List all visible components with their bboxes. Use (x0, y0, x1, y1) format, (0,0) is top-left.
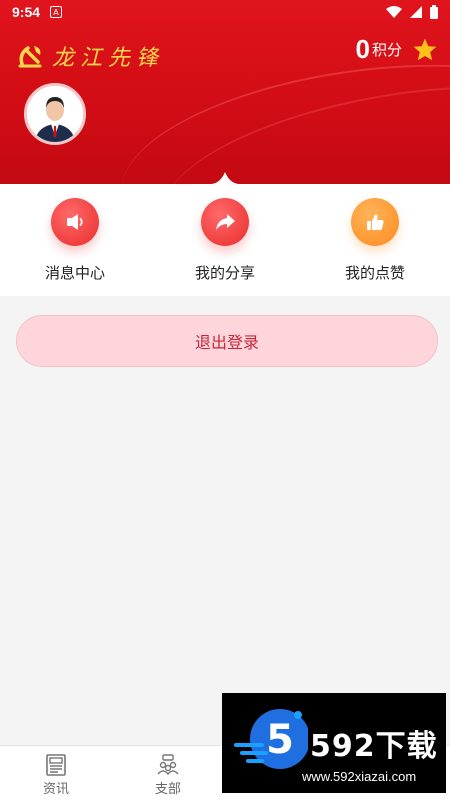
app-logo: 龙江先锋 (16, 40, 164, 72)
speaker-icon (67, 214, 83, 230)
action-icon-circle (351, 198, 399, 246)
party-emblem-icon (18, 46, 42, 68)
logout-button[interactable]: 退出登录 (16, 315, 438, 367)
battery-icon (430, 5, 438, 19)
profile-header: 9:54 A 龙江先锋 0 积分 (0, 0, 450, 184)
my-likes-button[interactable]: 我的点赞 (300, 184, 450, 296)
status-time: 9:54 (12, 4, 41, 20)
signal-icon (410, 6, 422, 18)
person-icon (27, 86, 83, 142)
branch-icon (157, 754, 179, 776)
my-likes-label: 我的点赞 (344, 264, 405, 282)
nav-item-branch[interactable]: 支部 (112, 746, 224, 800)
news-icon (46, 754, 66, 776)
star-icon (413, 38, 437, 60)
site-watermark: 5 592下载 www.592xiazai.com (222, 693, 446, 793)
thumbs-up-icon (367, 214, 384, 230)
action-icon-circle (201, 198, 249, 246)
wifi-icon (386, 6, 402, 18)
my-shares-button[interactable]: 我的分享 (150, 184, 300, 296)
my-shares-label: 我的分享 (194, 264, 255, 282)
nav-label: 资讯 (42, 782, 69, 797)
nav-item-news[interactable]: 资讯 (0, 746, 112, 800)
user-avatar[interactable] (24, 83, 86, 145)
message-center-label: 消息中心 (44, 264, 105, 282)
points-label: 积分 (371, 41, 402, 59)
watermark-logo-icon: 5 (234, 709, 308, 769)
status-bar: 9:54 A (0, 0, 450, 24)
app-brand-title: 龙江先锋 (52, 46, 165, 71)
action-icon-circle (51, 198, 99, 246)
quick-actions: 消息中心 我的分享 我的点赞 (0, 184, 450, 296)
watermark-logo-digit: 5 (266, 717, 294, 763)
points-value: 0 (355, 34, 370, 64)
share-icon (216, 214, 235, 230)
message-center-button[interactable]: 消息中心 (0, 184, 150, 296)
notification-icon: A (50, 6, 63, 18)
nav-label: 支部 (154, 782, 181, 797)
points-display[interactable]: 0 积分 (356, 34, 438, 65)
watermark-url: www.592xiazai.com (302, 769, 417, 784)
watermark-title: 592下载 (310, 729, 438, 764)
